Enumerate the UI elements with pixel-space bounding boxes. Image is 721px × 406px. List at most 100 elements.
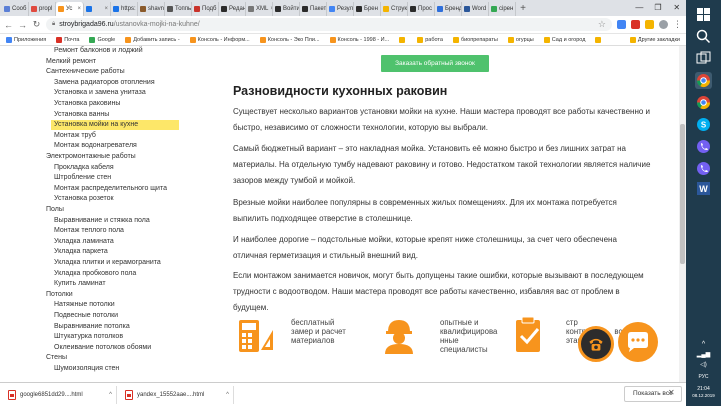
- call-widget[interactable]: [578, 326, 614, 362]
- sidebar-menu-item[interactable]: Замена радиаторов отопления: [54, 78, 155, 88]
- extension-icon[interactable]: [631, 20, 640, 29]
- chrome-icon[interactable]: [695, 72, 712, 89]
- close-downloads-icon[interactable]: ✕: [668, 388, 675, 397]
- sidebar-menu-item[interactable]: Укладка пробкового пола: [54, 269, 136, 279]
- sidebar-menu-item[interactable]: Ремонт балконов и лоджий: [54, 46, 143, 56]
- browser-tab[interactable]: Войти×: [273, 2, 300, 16]
- network-icon[interactable]: ▂▄▆: [686, 352, 721, 358]
- bookmark-item[interactable]: Консоль - 1998 - И...: [329, 36, 389, 43]
- sidebar-menu-item[interactable]: Мелкий ремонт: [46, 57, 96, 67]
- bookmark-item[interactable]: Добавить запись -: [125, 36, 180, 43]
- browser-tab[interactable]: Сооб×: [2, 2, 29, 16]
- sidebar-menu-item[interactable]: Потолки: [46, 290, 73, 300]
- browser-tab[interactable]: Резул×: [327, 2, 354, 16]
- maximize-button[interactable]: ❐: [649, 0, 668, 16]
- forward-arrow-icon[interactable]: →: [18, 20, 27, 30]
- volume-icon[interactable]: ◁): [686, 362, 721, 368]
- sidebar-menu-item[interactable]: Электромонтажные работы: [46, 152, 136, 162]
- browser-tab[interactable]: Бренд×: [435, 2, 462, 16]
- browser-tab[interactable]: ×: [84, 2, 111, 16]
- address-bar[interactable]: 🔒︎ stroybrigada96.ru/ustanovka-mojki-na-…: [46, 18, 612, 31]
- bookmark-item[interactable]: огурцы: [507, 36, 534, 43]
- chrome-icon[interactable]: [695, 94, 712, 111]
- tab-close-icon[interactable]: ×: [104, 6, 108, 12]
- sidebar-menu-item[interactable]: Установка ванны: [54, 110, 109, 120]
- sidebar-menu-item[interactable]: Стены: [46, 353, 67, 363]
- sidebar-menu-item[interactable]: Оклеивание потолков обоями: [54, 343, 151, 353]
- browser-tab[interactable]: Word×: [462, 2, 489, 16]
- callback-button[interactable]: Заказать обратный звонок: [381, 55, 489, 72]
- browser-tab[interactable]: Редан×: [219, 2, 246, 16]
- sidebar-menu-item[interactable]: Монтаж труб: [54, 131, 96, 141]
- sidebar-menu-item[interactable]: Установка раковины: [54, 99, 120, 109]
- new-tab-button[interactable]: +: [516, 2, 530, 16]
- profile-avatar-icon[interactable]: [659, 20, 668, 29]
- sidebar-menu-item[interactable]: Натяжные потолки: [54, 300, 115, 310]
- language-indicator[interactable]: РУС: [686, 374, 721, 380]
- sidebar-menu-item[interactable]: Монтаж водонагревателя: [54, 141, 137, 151]
- scrollbar-thumb[interactable]: [680, 124, 685, 264]
- sidebar-menu-item[interactable]: Купить ламинат: [54, 279, 106, 289]
- bookmark-item[interactable]: биопрепараты: [452, 36, 498, 43]
- bookmark-item[interactable]: Консоль - Информ...: [189, 36, 250, 43]
- browser-tab[interactable]: propl×: [29, 2, 56, 16]
- browser-tab[interactable]: Топпь×: [165, 2, 192, 16]
- browser-tab[interactable]: shavn×: [138, 2, 165, 16]
- sidebar-menu-item[interactable]: Прокладка кабеля: [54, 163, 114, 173]
- clock-time[interactable]: 21:04: [686, 386, 721, 392]
- viber-icon[interactable]: [695, 160, 712, 177]
- browser-tab[interactable]: Подб×: [192, 2, 219, 16]
- other-bookmarks[interactable]: Другие закладки: [629, 36, 680, 43]
- bookmark-item[interactable]: Сад и огород: [543, 36, 585, 43]
- page-scrollbar[interactable]: [679, 46, 686, 382]
- bookmark-item[interactable]: Приложения: [6, 36, 46, 43]
- chevron-up-icon[interactable]: ^: [226, 392, 229, 398]
- sidebar-menu-item[interactable]: Установка розеток: [54, 194, 114, 204]
- sidebar-menu-item[interactable]: Монтаж распределительного щита: [54, 184, 167, 194]
- browser-tab[interactable]: сірен×: [489, 2, 516, 16]
- skype-icon[interactable]: S: [695, 116, 712, 133]
- extension-icon[interactable]: [645, 20, 654, 29]
- bookmark-item[interactable]: [595, 36, 603, 43]
- reload-icon[interactable]: ↻: [32, 19, 41, 30]
- bookmark-star-icon[interactable]: ☆: [598, 19, 606, 30]
- download-item[interactable]: yandex_15552aae....html ^: [121, 385, 234, 404]
- bookmark-item[interactable]: работа: [417, 36, 443, 43]
- sidebar-menu-item[interactable]: Сантехнические работы: [46, 67, 125, 77]
- back-arrow-icon[interactable]: ←: [4, 20, 13, 30]
- browser-tab[interactable]: Прос×: [408, 2, 435, 16]
- extension-icon[interactable]: [617, 20, 626, 29]
- browser-tab[interactable]: Струк×: [381, 2, 408, 16]
- bookmark-item[interactable]: [399, 36, 407, 43]
- sidebar-menu-item[interactable]: Установка мойки на кухне: [51, 120, 179, 131]
- bookmark-item[interactable]: Google: [89, 36, 115, 43]
- sidebar-menu-item[interactable]: Укладка плитки и керамогранита: [54, 258, 161, 268]
- sidebar-menu-item[interactable]: Установка и замена унитаза: [54, 88, 146, 98]
- chevron-up-icon[interactable]: ^: [109, 392, 112, 398]
- browser-tab[interactable]: Пакет×: [300, 2, 327, 16]
- clock-date[interactable]: 08.12.2019: [686, 393, 721, 399]
- tray-arrow-icon[interactable]: ^: [686, 341, 721, 348]
- sidebar-menu-item[interactable]: Выравнивание и стяжка пола: [54, 216, 150, 226]
- sidebar-menu-item[interactable]: Штробление стен: [54, 173, 111, 183]
- sidebar-menu-item[interactable]: Шумоизоляция стен: [54, 364, 119, 374]
- sidebar-menu-item[interactable]: Полы: [46, 205, 64, 215]
- search-icon[interactable]: [695, 28, 712, 45]
- browser-tab[interactable]: XML×: [246, 2, 273, 16]
- sidebar-menu-item[interactable]: Монтаж теплого пола: [54, 226, 124, 236]
- sidebar-menu-item[interactable]: Укладка паркета: [54, 247, 108, 257]
- browser-tab[interactable]: Брен×: [354, 2, 381, 16]
- chat-widget[interactable]: [618, 322, 658, 362]
- tab-close-icon[interactable]: ×: [77, 6, 81, 12]
- bookmark-item[interactable]: Почта: [56, 36, 79, 43]
- bookmark-item[interactable]: Консоль - Эко Пли...: [259, 36, 320, 43]
- close-window-button[interactable]: ✕: [667, 0, 686, 16]
- menu-dots-icon[interactable]: ⋮: [673, 19, 682, 30]
- sidebar-menu-item[interactable]: Выравнивание потолка: [54, 322, 130, 332]
- word-icon[interactable]: W: [695, 180, 712, 197]
- windows-start-icon[interactable]: [695, 6, 712, 23]
- download-item[interactable]: google6851dd29....html ^: [4, 385, 117, 404]
- viber-icon[interactable]: [695, 138, 712, 155]
- browser-tab[interactable]: https:×: [111, 2, 138, 16]
- minimize-button[interactable]: —: [630, 0, 649, 16]
